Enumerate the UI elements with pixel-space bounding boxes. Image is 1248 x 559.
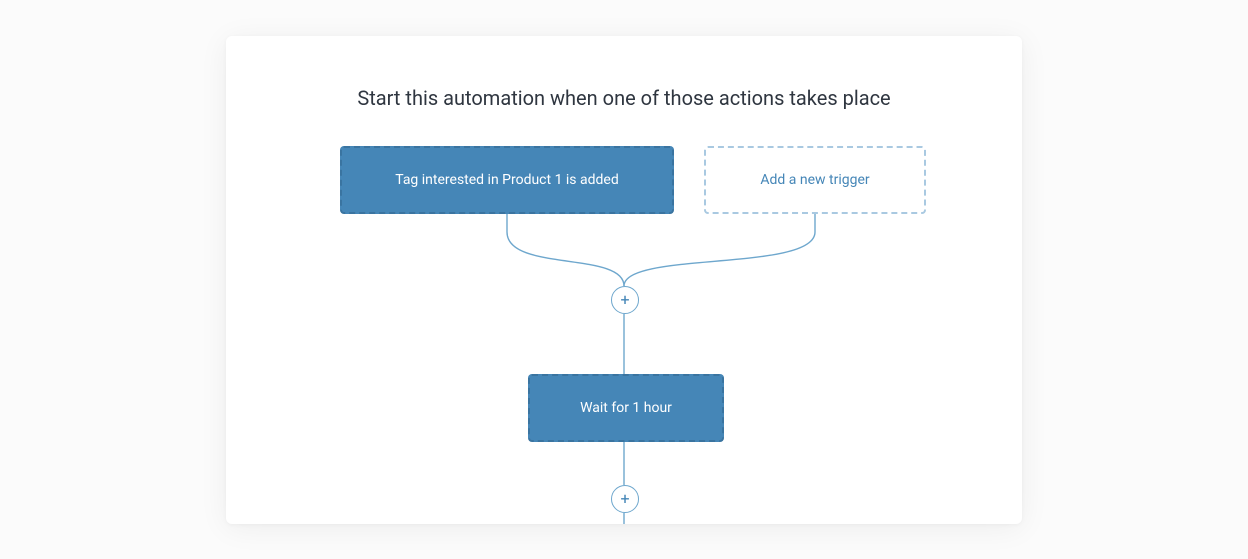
trigger-node[interactable]: Tag interested in Product 1 is added	[340, 146, 674, 214]
add-trigger-button[interactable]: Add a new trigger	[704, 146, 926, 214]
add-step-button[interactable]: +	[611, 286, 639, 314]
add-step-button-2[interactable]: +	[611, 485, 639, 513]
plus-icon: +	[620, 292, 629, 308]
add-trigger-label: Add a new trigger	[760, 172, 869, 188]
wait-step-node[interactable]: Wait for 1 hour	[528, 374, 724, 442]
plus-icon: +	[620, 491, 629, 507]
wait-step-label: Wait for 1 hour	[580, 400, 672, 416]
trigger-node-label: Tag interested in Product 1 is added	[395, 172, 619, 188]
automation-heading: Start this automation when one of those …	[226, 86, 1022, 110]
automation-card: Start this automation when one of those …	[226, 36, 1022, 524]
